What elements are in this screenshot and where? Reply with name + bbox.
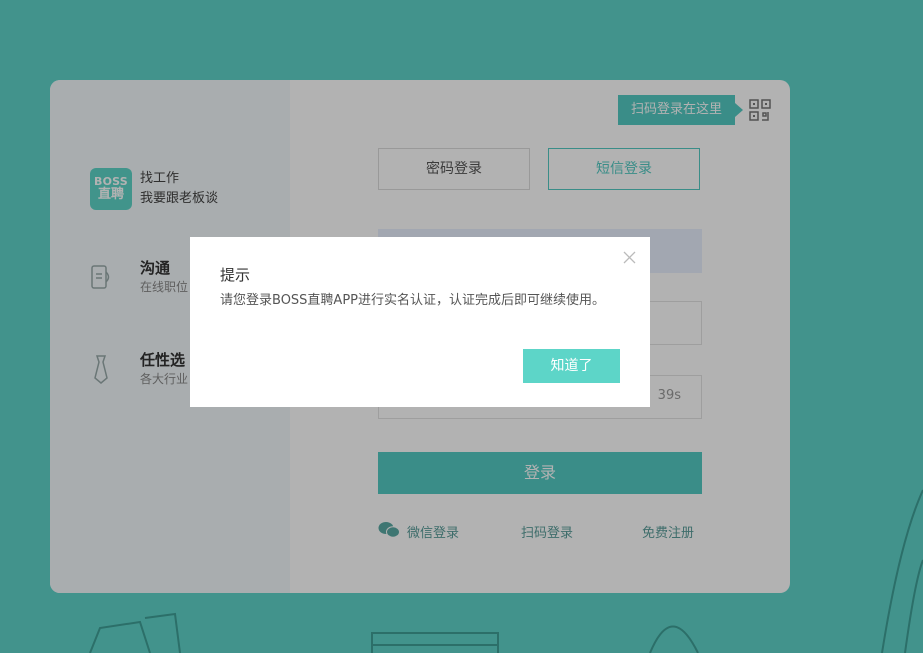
dialog-message: 请您登录BOSS直聘APP进行实名认证，认证完成后即可继续使用。 [220,293,605,308]
dialog-ok-button[interactable]: 知道了 [523,349,620,383]
dialog-title: 提示 [220,266,251,284]
close-icon[interactable] [623,251,636,264]
alert-dialog: 提示 请您登录BOSS直聘APP进行实名认证，认证完成后即可继续使用。 知道了 [190,237,650,407]
